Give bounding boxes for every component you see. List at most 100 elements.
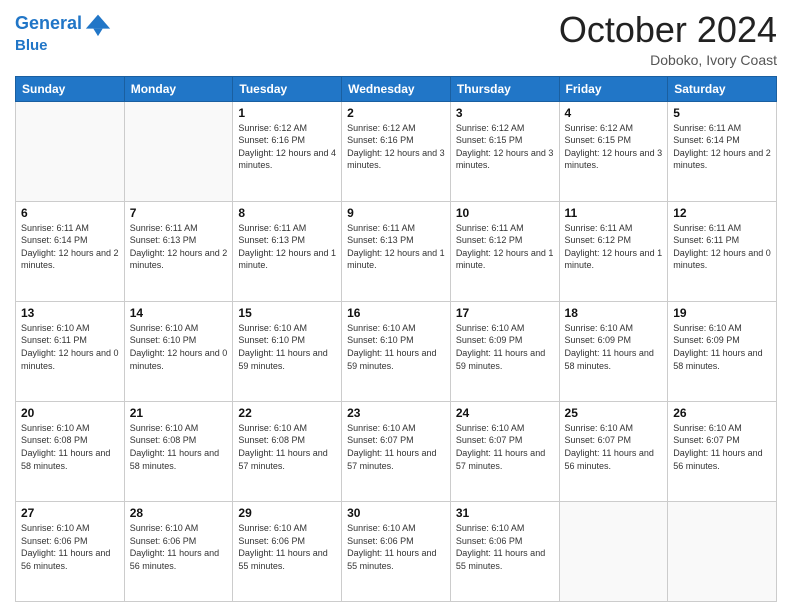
calendar-cell: 26 Sunrise: 6:10 AM Sunset: 6:07 PM Dayl…	[668, 401, 777, 501]
day-info: Sunrise: 6:12 AM Sunset: 6:16 PM Dayligh…	[238, 122, 336, 172]
calendar-week-4: 27 Sunrise: 6:10 AM Sunset: 6:06 PM Dayl…	[16, 501, 777, 601]
calendar-cell: 11 Sunrise: 6:11 AM Sunset: 6:12 PM Dayl…	[559, 201, 668, 301]
calendar-cell: 23 Sunrise: 6:10 AM Sunset: 6:07 PM Dayl…	[342, 401, 451, 501]
calendar-cell: 7 Sunrise: 6:11 AM Sunset: 6:13 PM Dayli…	[124, 201, 233, 301]
logo-blue: Blue	[15, 38, 112, 55]
calendar-cell	[16, 101, 125, 201]
day-number: 2	[347, 106, 445, 120]
calendar-cell: 20 Sunrise: 6:10 AM Sunset: 6:08 PM Dayl…	[16, 401, 125, 501]
day-info: Sunrise: 6:10 AM Sunset: 6:07 PM Dayligh…	[347, 422, 445, 472]
day-number: 20	[21, 406, 119, 420]
calendar-cell: 29 Sunrise: 6:10 AM Sunset: 6:06 PM Dayl…	[233, 501, 342, 601]
calendar-cell: 8 Sunrise: 6:11 AM Sunset: 6:13 PM Dayli…	[233, 201, 342, 301]
calendar-cell: 17 Sunrise: 6:10 AM Sunset: 6:09 PM Dayl…	[450, 301, 559, 401]
calendar-cell: 12 Sunrise: 6:11 AM Sunset: 6:11 PM Dayl…	[668, 201, 777, 301]
day-number: 9	[347, 206, 445, 220]
logo-text: General	[15, 10, 112, 38]
calendar-week-0: 1 Sunrise: 6:12 AM Sunset: 6:16 PM Dayli…	[16, 101, 777, 201]
day-number: 17	[456, 306, 554, 320]
calendar-cell: 22 Sunrise: 6:10 AM Sunset: 6:08 PM Dayl…	[233, 401, 342, 501]
calendar-cell: 19 Sunrise: 6:10 AM Sunset: 6:09 PM Dayl…	[668, 301, 777, 401]
calendar-cell	[124, 101, 233, 201]
day-info: Sunrise: 6:10 AM Sunset: 6:06 PM Dayligh…	[456, 522, 554, 572]
calendar-week-2: 13 Sunrise: 6:10 AM Sunset: 6:11 PM Dayl…	[16, 301, 777, 401]
day-info: Sunrise: 6:12 AM Sunset: 6:15 PM Dayligh…	[456, 122, 554, 172]
calendar-cell: 27 Sunrise: 6:10 AM Sunset: 6:06 PM Dayl…	[16, 501, 125, 601]
day-info: Sunrise: 6:10 AM Sunset: 6:09 PM Dayligh…	[456, 322, 554, 372]
weekday-header-thursday: Thursday	[450, 76, 559, 101]
calendar-cell: 15 Sunrise: 6:10 AM Sunset: 6:10 PM Dayl…	[233, 301, 342, 401]
day-number: 28	[130, 506, 228, 520]
day-number: 6	[21, 206, 119, 220]
day-number: 29	[238, 506, 336, 520]
day-info: Sunrise: 6:11 AM Sunset: 6:13 PM Dayligh…	[130, 222, 228, 272]
day-number: 18	[565, 306, 663, 320]
weekday-header-saturday: Saturday	[668, 76, 777, 101]
logo: General Blue	[15, 10, 112, 55]
calendar-cell: 9 Sunrise: 6:11 AM Sunset: 6:13 PM Dayli…	[342, 201, 451, 301]
day-number: 4	[565, 106, 663, 120]
header: General Blue October 2024 Doboko, Ivory …	[15, 10, 777, 68]
calendar-cell: 5 Sunrise: 6:11 AM Sunset: 6:14 PM Dayli…	[668, 101, 777, 201]
day-info: Sunrise: 6:11 AM Sunset: 6:14 PM Dayligh…	[673, 122, 771, 172]
day-info: Sunrise: 6:10 AM Sunset: 6:06 PM Dayligh…	[238, 522, 336, 572]
day-number: 22	[238, 406, 336, 420]
day-number: 10	[456, 206, 554, 220]
weekday-header-wednesday: Wednesday	[342, 76, 451, 101]
day-number: 13	[21, 306, 119, 320]
day-info: Sunrise: 6:12 AM Sunset: 6:16 PM Dayligh…	[347, 122, 445, 172]
day-number: 23	[347, 406, 445, 420]
day-number: 26	[673, 406, 771, 420]
day-number: 25	[565, 406, 663, 420]
weekday-header-tuesday: Tuesday	[233, 76, 342, 101]
day-info: Sunrise: 6:10 AM Sunset: 6:10 PM Dayligh…	[130, 322, 228, 372]
day-number: 12	[673, 206, 771, 220]
day-info: Sunrise: 6:11 AM Sunset: 6:12 PM Dayligh…	[456, 222, 554, 272]
calendar-cell: 6 Sunrise: 6:11 AM Sunset: 6:14 PM Dayli…	[16, 201, 125, 301]
calendar-cell: 14 Sunrise: 6:10 AM Sunset: 6:10 PM Dayl…	[124, 301, 233, 401]
calendar-cell	[559, 501, 668, 601]
day-number: 14	[130, 306, 228, 320]
calendar-cell: 3 Sunrise: 6:12 AM Sunset: 6:15 PM Dayli…	[450, 101, 559, 201]
location: Doboko, Ivory Coast	[559, 52, 777, 68]
calendar-cell: 28 Sunrise: 6:10 AM Sunset: 6:06 PM Dayl…	[124, 501, 233, 601]
day-number: 24	[456, 406, 554, 420]
calendar-cell: 10 Sunrise: 6:11 AM Sunset: 6:12 PM Dayl…	[450, 201, 559, 301]
day-info: Sunrise: 6:11 AM Sunset: 6:13 PM Dayligh…	[238, 222, 336, 272]
day-number: 16	[347, 306, 445, 320]
calendar-cell: 21 Sunrise: 6:10 AM Sunset: 6:08 PM Dayl…	[124, 401, 233, 501]
day-info: Sunrise: 6:10 AM Sunset: 6:08 PM Dayligh…	[21, 422, 119, 472]
calendar-cell: 4 Sunrise: 6:12 AM Sunset: 6:15 PM Dayli…	[559, 101, 668, 201]
calendar-table: SundayMondayTuesdayWednesdayThursdayFrid…	[15, 76, 777, 602]
calendar-cell	[668, 501, 777, 601]
title-area: October 2024 Doboko, Ivory Coast	[559, 10, 777, 68]
calendar-week-1: 6 Sunrise: 6:11 AM Sunset: 6:14 PM Dayli…	[16, 201, 777, 301]
day-info: Sunrise: 6:10 AM Sunset: 6:09 PM Dayligh…	[565, 322, 663, 372]
day-number: 8	[238, 206, 336, 220]
day-number: 3	[456, 106, 554, 120]
day-info: Sunrise: 6:10 AM Sunset: 6:08 PM Dayligh…	[238, 422, 336, 472]
calendar-cell: 24 Sunrise: 6:10 AM Sunset: 6:07 PM Dayl…	[450, 401, 559, 501]
day-info: Sunrise: 6:11 AM Sunset: 6:13 PM Dayligh…	[347, 222, 445, 272]
day-info: Sunrise: 6:10 AM Sunset: 6:07 PM Dayligh…	[673, 422, 771, 472]
day-info: Sunrise: 6:11 AM Sunset: 6:11 PM Dayligh…	[673, 222, 771, 272]
day-info: Sunrise: 6:10 AM Sunset: 6:10 PM Dayligh…	[238, 322, 336, 372]
calendar-cell: 2 Sunrise: 6:12 AM Sunset: 6:16 PM Dayli…	[342, 101, 451, 201]
day-number: 1	[238, 106, 336, 120]
calendar-cell: 31 Sunrise: 6:10 AM Sunset: 6:06 PM Dayl…	[450, 501, 559, 601]
calendar-cell: 16 Sunrise: 6:10 AM Sunset: 6:10 PM Dayl…	[342, 301, 451, 401]
day-number: 21	[130, 406, 228, 420]
day-info: Sunrise: 6:10 AM Sunset: 6:07 PM Dayligh…	[456, 422, 554, 472]
day-info: Sunrise: 6:10 AM Sunset: 6:06 PM Dayligh…	[347, 522, 445, 572]
weekday-header-monday: Monday	[124, 76, 233, 101]
day-info: Sunrise: 6:10 AM Sunset: 6:07 PM Dayligh…	[565, 422, 663, 472]
day-number: 15	[238, 306, 336, 320]
day-info: Sunrise: 6:11 AM Sunset: 6:12 PM Dayligh…	[565, 222, 663, 272]
calendar-cell: 1 Sunrise: 6:12 AM Sunset: 6:16 PM Dayli…	[233, 101, 342, 201]
day-info: Sunrise: 6:10 AM Sunset: 6:09 PM Dayligh…	[673, 322, 771, 372]
day-number: 19	[673, 306, 771, 320]
weekday-header-sunday: Sunday	[16, 76, 125, 101]
day-info: Sunrise: 6:12 AM Sunset: 6:15 PM Dayligh…	[565, 122, 663, 172]
day-number: 31	[456, 506, 554, 520]
day-info: Sunrise: 6:11 AM Sunset: 6:14 PM Dayligh…	[21, 222, 119, 272]
